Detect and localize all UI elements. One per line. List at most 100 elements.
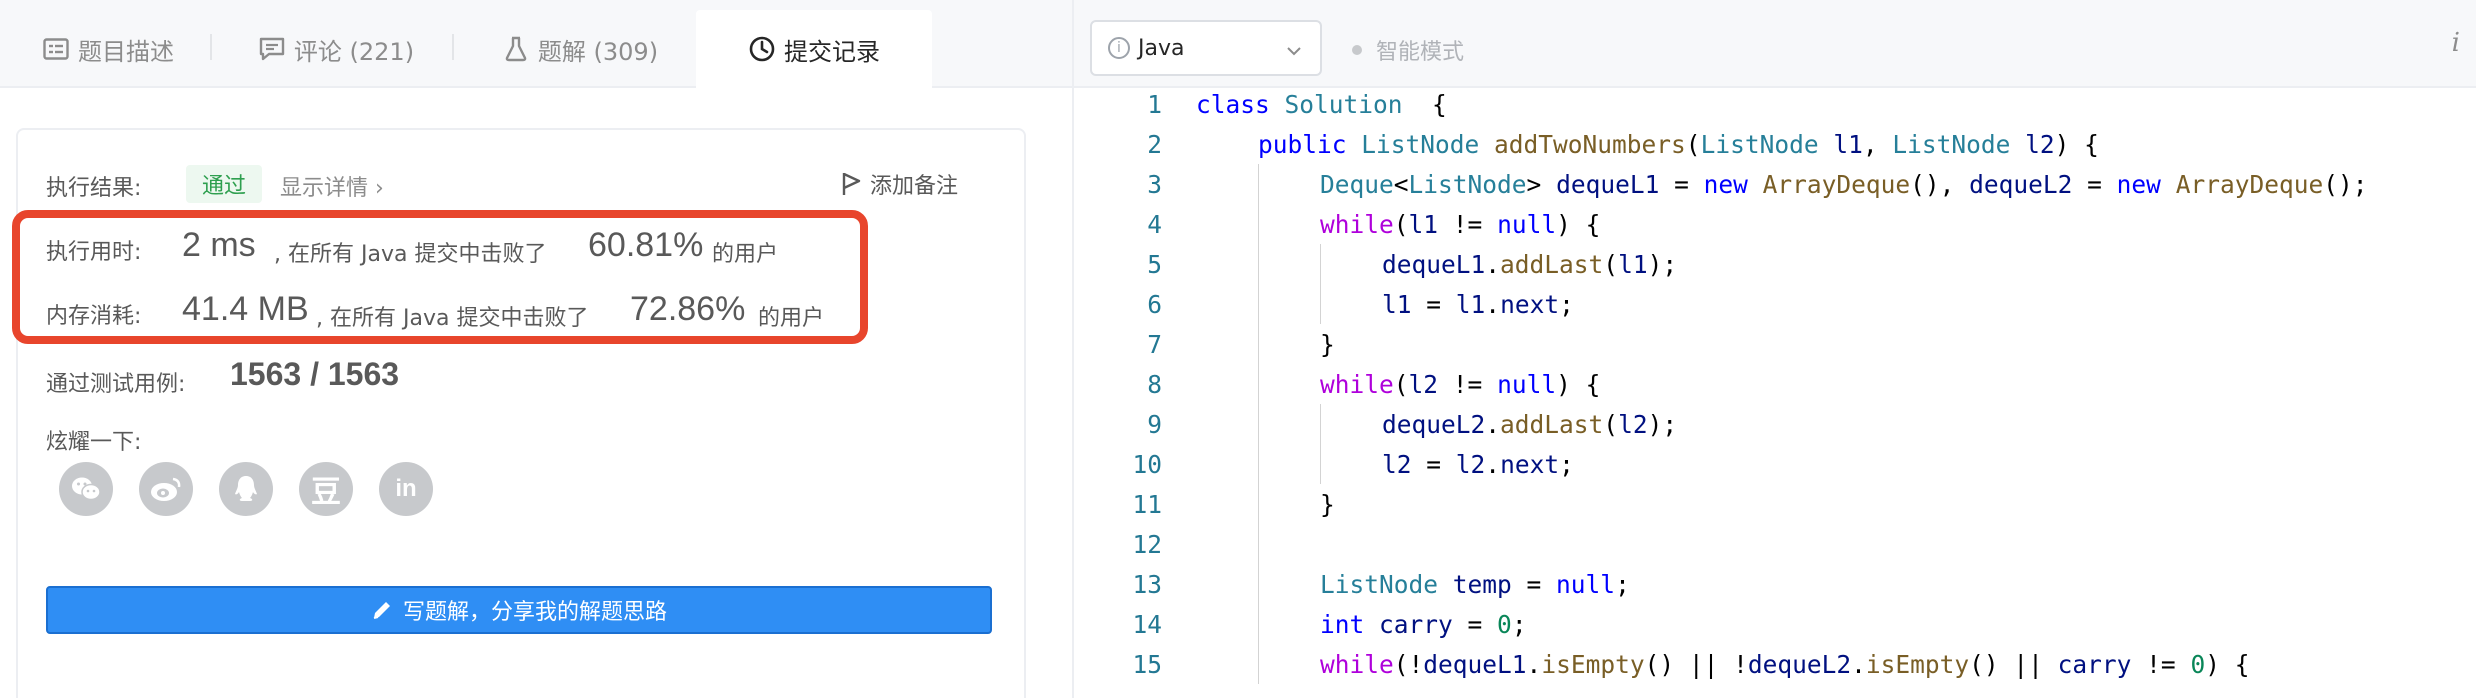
indent-guide [1258, 204, 1259, 244]
code-token: dequeL2 [1382, 409, 1486, 439]
code-token: 0 [1497, 609, 1512, 639]
code-token: ); [1647, 409, 1678, 439]
code-token: l2 [1455, 449, 1486, 479]
write-solution-label: 写题解，分享我的解题思路 [402, 600, 667, 625]
line-number: 14 [1132, 609, 1162, 639]
code-token: ); [1647, 249, 1678, 279]
weibo-icon[interactable] [139, 462, 193, 516]
tab-comments[interactable]: 评论 (221) [226, 10, 446, 88]
line-number: 2 [1147, 129, 1162, 159]
wechat-icon[interactable] [59, 462, 113, 516]
code-token: ; [1559, 289, 1574, 319]
code-token: ( [1393, 369, 1409, 399]
indent-guide [1258, 404, 1259, 444]
code-line: 6 l1 = l1.next; [1074, 284, 2476, 324]
code-line: 5 dequeL1.addLast(l1); [1074, 244, 2476, 284]
code-line: 11} [1074, 484, 2476, 524]
code-token: ) { [2205, 649, 2250, 679]
code-area[interactable]: 1 class Solution {2 public ListNode addTwo… [1074, 88, 2476, 698]
code-token: int [1320, 609, 1380, 639]
code-text: class Solution { [1196, 90, 1447, 119]
douban-icon[interactable]: 豆 [299, 462, 353, 516]
smart-mode-toggle[interactable]: 智能模式 [1352, 34, 1464, 66]
language-select[interactable]: i Java [1090, 20, 1322, 76]
editor-toolbar: i Java 智能模式 i [1074, 0, 2476, 88]
code-text: l2 = l2.next; [1382, 450, 1574, 479]
code-token: != [1438, 209, 1498, 239]
indent-guide [1258, 564, 1259, 604]
line-number: 6 [1147, 289, 1162, 319]
indent-guide [1258, 524, 1259, 564]
tab-bar: 题目描述 评论 (221) 题解 (309) 提交记录 [0, 0, 1072, 88]
code-line: 13 ListNode temp = null; [1074, 564, 2476, 604]
tab-label: 题解 (309) [537, 37, 659, 66]
add-note-button[interactable]: 添加备注 [840, 168, 958, 200]
indent-guide [1258, 164, 1259, 204]
clock-icon [748, 35, 776, 63]
indent-guide [1258, 244, 1259, 284]
code-text: dequeL2.addLast(l2); [1382, 410, 1677, 439]
code-token: l2 [1618, 409, 1648, 439]
code-token: ; [1615, 569, 1630, 599]
code-token: , [1862, 129, 1893, 159]
code-token: public [1258, 129, 1362, 159]
code-token: ; [1511, 609, 1527, 639]
code-token: while [1320, 369, 1394, 399]
indent-guide [1320, 444, 1321, 484]
code-line: 8 while(l2 != null) { [1074, 364, 2476, 404]
code-token: . [1485, 409, 1501, 439]
code-token: . [1485, 289, 1501, 319]
code-token: 0 [2190, 649, 2206, 679]
tab-divider [210, 34, 212, 60]
code-token: = [1659, 169, 1704, 199]
line-number: 10 [1132, 449, 1162, 479]
code-token: l2 [1382, 449, 1412, 479]
line-number: 12 [1132, 529, 1162, 559]
code-text: } [1320, 330, 1335, 359]
tab-solutions[interactable]: 题解 (309) [470, 10, 690, 88]
write-solution-button[interactable]: 写题解，分享我的解题思路 [46, 586, 992, 634]
tab-label: 评论 (221) [293, 37, 415, 66]
indent-guide [1258, 444, 1259, 484]
code-token: ArrayDeque [2175, 169, 2324, 199]
qq-icon[interactable] [219, 462, 273, 516]
code-token: next [1500, 289, 1560, 319]
chevron-down-icon [1286, 40, 1302, 56]
code-token: () || [1969, 649, 2058, 679]
pencil-icon [371, 599, 393, 621]
code-text: } [1320, 490, 1335, 519]
code-line: 12 [1074, 524, 2476, 564]
tab-description[interactable]: 题目描述 [20, 10, 196, 88]
code-line: 1 class Solution { [1074, 88, 2476, 124]
code-line: 9 dequeL2.addLast(l2); [1074, 404, 2476, 444]
code-token: addTwoNumbers [1494, 129, 1686, 159]
code-token: carry [2057, 649, 2132, 679]
indent-guide [1258, 644, 1259, 684]
tab-submissions[interactable]: 提交记录 [696, 10, 932, 88]
linkedin-icon[interactable]: in [379, 462, 433, 516]
code-token: ; [1559, 449, 1574, 479]
editor-info-button[interactable]: i [2452, 28, 2460, 58]
code-token: () || ! [1644, 649, 1748, 679]
code-token: . [1851, 649, 1866, 679]
info-icon: i [1108, 37, 1130, 59]
code-token: new [1703, 169, 1763, 199]
code-token: { [1402, 89, 1447, 119]
line-number: 13 [1132, 569, 1162, 599]
code-token: l1 [1618, 249, 1648, 279]
code-line: 14 int carry = 0; [1074, 604, 2476, 644]
show-details-link[interactable]: 显示详情 › [280, 170, 384, 202]
code-token: class [1196, 89, 1285, 119]
toggle-dot-icon [1352, 45, 1362, 55]
tab-label: 提交记录 [784, 37, 880, 66]
line-number: 4 [1147, 209, 1162, 239]
language-value: Java [1138, 35, 1185, 61]
code-token: ( [1685, 129, 1701, 159]
code-token: } [1320, 329, 1335, 359]
indent-guide [1258, 324, 1259, 364]
code-line: 2 public ListNode addTwoNumbers(ListNode … [1074, 124, 2476, 164]
code-editor: i Java 智能模式 i 1 class Solution {2 public L… [1072, 0, 2476, 698]
code-token: ) { [1556, 369, 1601, 399]
tests-value: 1563 / 1563 [230, 356, 400, 392]
code-token: isEmpty [1541, 649, 1645, 679]
